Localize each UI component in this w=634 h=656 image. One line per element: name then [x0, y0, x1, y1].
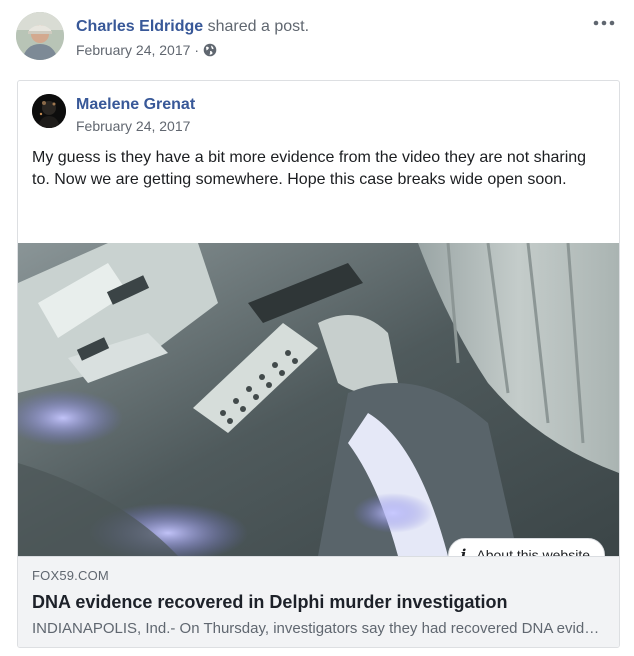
post-meta: February 24, 2017 · [76, 41, 217, 59]
shared-post-date[interactable]: February 24, 2017 [76, 117, 190, 135]
shared-post-text: My guess is they have a bit more evidenc… [32, 149, 587, 188]
globe-icon[interactable] [203, 43, 217, 57]
info-icon: i [460, 546, 467, 556]
poster-avatar-photo [16, 12, 64, 60]
link-description: INDIANAPOLIS, Ind.- On Thursday, investi… [32, 620, 607, 637]
article-photo [18, 243, 619, 556]
shared-post-card: Maelene Grenat February 24, 2017 My gues… [17, 80, 620, 648]
post-header: Charles Eldridge shared a post. February… [16, 12, 618, 64]
link-title[interactable]: DNA evidence recovered in Delphi murder … [32, 591, 507, 613]
about-website-button[interactable]: i About this website [447, 538, 605, 556]
poster-line: Charles Eldridge shared a post. [76, 17, 309, 37]
link-preview-image[interactable]: i About this website [18, 243, 619, 556]
post-action-text: shared a post. [207, 18, 310, 35]
link-domain: FOX59.COM [32, 568, 109, 583]
poster-avatar[interactable] [16, 12, 64, 60]
post-date[interactable]: February 24, 2017 [76, 41, 190, 59]
shared-author-avatar[interactable] [32, 94, 66, 128]
link-preview-meta[interactable]: FOX59.COM DNA evidence recovered in Delp… [18, 556, 619, 647]
shared-author-name[interactable]: Maelene Grenat [76, 95, 195, 115]
meta-separator: · [194, 42, 200, 58]
shared-author-avatar-photo [32, 94, 66, 128]
more-options-icon [593, 20, 615, 26]
poster-name[interactable]: Charles Eldridge [76, 18, 203, 35]
more-options-button[interactable] [592, 14, 616, 32]
about-website-label: About this website [476, 547, 590, 556]
